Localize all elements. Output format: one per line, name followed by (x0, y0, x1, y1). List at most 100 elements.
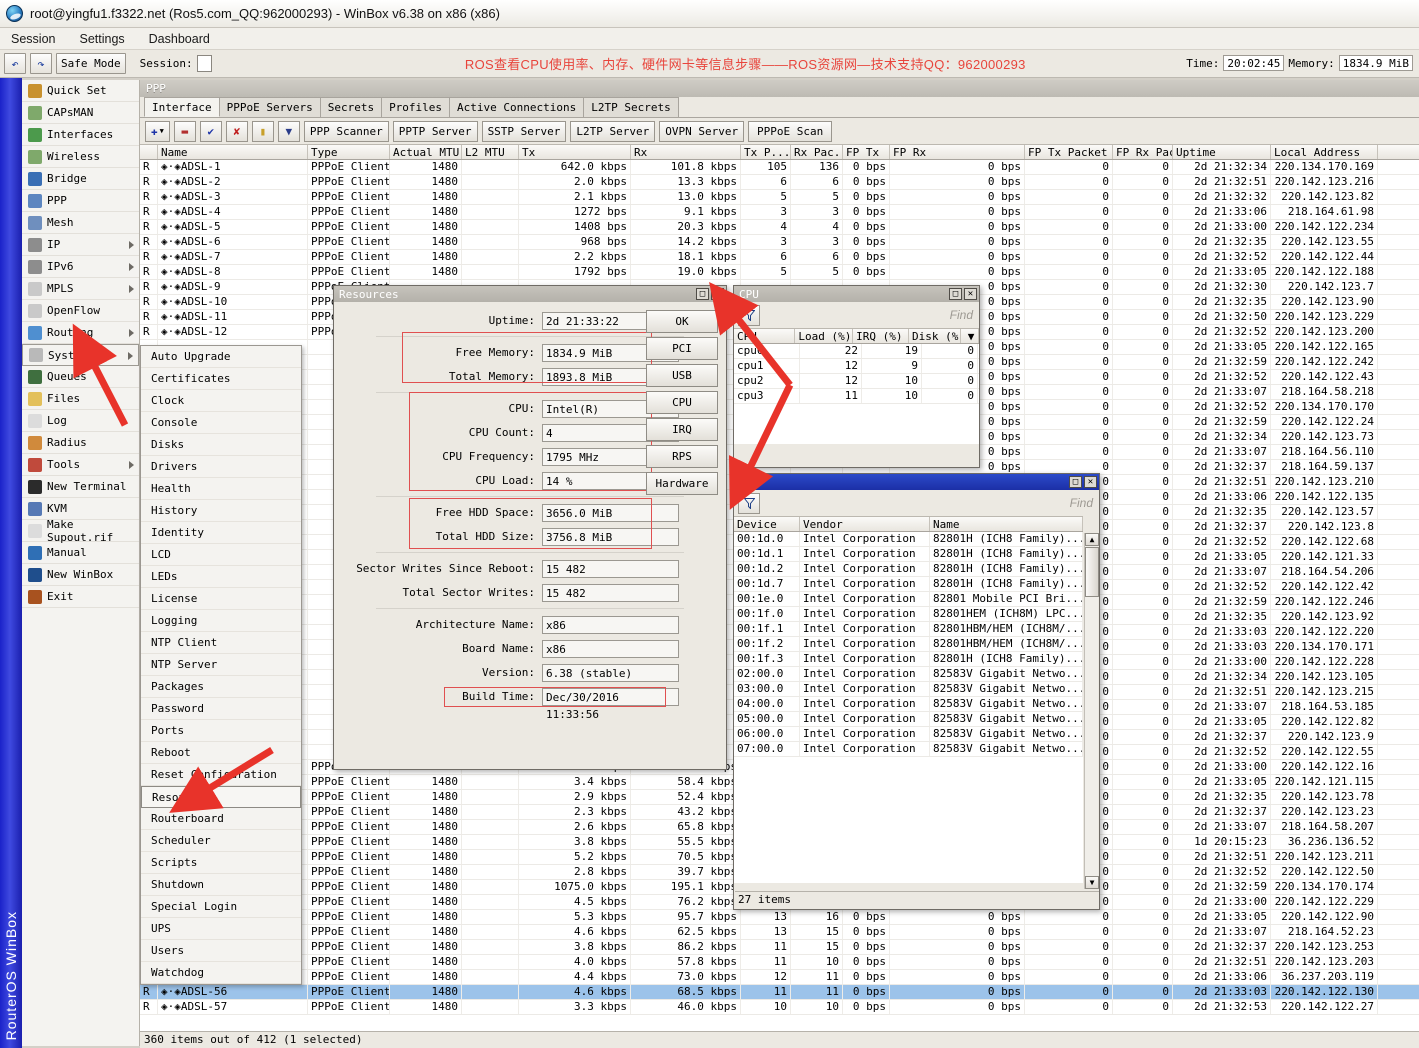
pci-col-device[interactable]: Device (734, 517, 800, 531)
cpu-row[interactable]: cpu2 12 10 0 (734, 374, 979, 389)
sidebar-item-new-winbox[interactable]: New WinBox (22, 564, 139, 586)
pci-scrollbar[interactable]: ▲ ▼ (1084, 533, 1099, 889)
pci-find-input[interactable]: Find (1070, 496, 1093, 510)
session-input[interactable] (196, 55, 212, 72)
sidebar-item-make-supout-rif[interactable]: Make Supout.rif (22, 518, 139, 544)
system-menu-item-leds[interactable]: LEDs (141, 566, 301, 588)
irq-button[interactable]: IRQ (646, 418, 718, 441)
table-row[interactable]: R ◈·◈ADSL-5 PPPoE Client 1480 1408 bps 20.3 k… (140, 220, 1419, 235)
cpu-grid-body[interactable]: cpu0 22 19 0 cpu1 12 9 0 cpu2 12 10 0 cpu3 11 10 0 (734, 344, 979, 444)
cpu-find-input[interactable]: Find (950, 308, 973, 322)
pci-button[interactable]: PCI (646, 337, 718, 360)
sidebar-item-new-terminal[interactable]: New Terminal (22, 476, 139, 498)
sidebar-item-ip[interactable]: IP (22, 234, 139, 256)
disable-icon[interactable]: ✘ (225, 120, 248, 142)
tab-pppoe-servers[interactable]: PPPoE Servers (218, 97, 321, 117)
scroll-up-icon[interactable]: ▲ (1085, 533, 1099, 546)
filter-icon[interactable] (738, 304, 760, 326)
sidebar-item-quick-set[interactable]: Quick Set (22, 80, 139, 102)
field-value[interactable]: x86 (542, 639, 679, 658)
redo-icon[interactable]: ↷ (30, 53, 52, 74)
cpu-col-disk[interactable]: Disk (%) (909, 329, 962, 343)
sidebar-item-tools[interactable]: Tools (22, 454, 139, 476)
ppp-col-local-address[interactable]: Local Address (1271, 145, 1378, 159)
table-row[interactable]: R ◈·◈ADSL-2 PPPoE Client 1480 2.0 kbps 13.3 k… (140, 175, 1419, 190)
pci-col-name[interactable]: Name (930, 517, 1083, 531)
system-menu-item-health[interactable]: Health (141, 478, 301, 500)
system-menu-item-logging[interactable]: Logging (141, 610, 301, 632)
system-menu-item-resources[interactable]: Resources (141, 786, 301, 808)
sidebar-item-radius[interactable]: Radius (22, 432, 139, 454)
remove-icon[interactable]: ▬ (173, 120, 196, 142)
system-menu-item-drivers[interactable]: Drivers (141, 456, 301, 478)
menu-dashboard[interactable]: Dashboard (146, 31, 213, 47)
pci-row[interactable]: 00:1d.2 Intel Corporation 82801H (ICH8 Fam… (734, 562, 1083, 577)
tab-active-connections[interactable]: Active Connections (449, 97, 585, 117)
system-menu-item-identity[interactable]: Identity (141, 522, 301, 544)
pptp-server-button[interactable]: PPTP Server (392, 120, 478, 142)
ppp-col-rx-pac-[interactable]: Rx Pac... (791, 145, 843, 159)
cpu-row[interactable]: cpu0 22 19 0 (734, 344, 979, 359)
table-row[interactable]: PPPoE Client 1480 3.8 kbps 86.2 kbps 11 15 0 b… (140, 940, 1419, 955)
sidebar-item-queues[interactable]: Queues (22, 366, 139, 388)
table-row[interactable]: R ◈·◈ADSL-8 PPPoE Client 1480 1792 bps 19.0 k… (140, 265, 1419, 280)
tab-secrets[interactable]: Secrets (319, 97, 383, 117)
resources-titlebar[interactable]: Resources □ ✕ (334, 286, 726, 302)
system-menu-item-ntp-client[interactable]: NTP Client (141, 632, 301, 654)
table-row[interactable]: PPPoE Client 1480 4.4 kbps 73.0 kbps 12 11 0 b… (140, 970, 1419, 985)
pci-row[interactable]: 03:00.0 Intel Corporation 82583V Gigabit N… (734, 682, 1083, 697)
system-menu-item-scripts[interactable]: Scripts (141, 852, 301, 874)
system-menu-item-watchdog[interactable]: Watchdog (141, 962, 301, 984)
pci-row[interactable]: 00:1f.1 Intel Corporation 82801HBM/HEM (IC… (734, 622, 1083, 637)
sidebar-item-wireless[interactable]: Wireless (22, 146, 139, 168)
sidebar-item-log[interactable]: Log (22, 410, 139, 432)
system-menu-item-auto-upgrade[interactable]: Auto Upgrade (141, 346, 301, 368)
scroll-down-icon[interactable]: ▼ (1085, 876, 1099, 889)
system-menu-item-reset-configuration[interactable]: Reset Configuration (141, 764, 301, 786)
menu-settings[interactable]: Settings (76, 31, 127, 47)
pci-row[interactable]: 00:1d.0 Intel Corporation 82801H (ICH8 Fam… (734, 532, 1083, 547)
ppp-col-l2-mtu[interactable]: L2 MTU (462, 145, 519, 159)
ppp-col-tx-p-[interactable]: Tx P... (741, 145, 791, 159)
table-row[interactable]: R ◈·◈ADSL-56 PPPoE Client 1480 4.6 kbps 68.5 … (140, 985, 1419, 1000)
system-menu-item-reboot[interactable]: Reboot (141, 742, 301, 764)
pci-col-vendor[interactable]: Vendor (800, 517, 930, 531)
system-menu-item-console[interactable]: Console (141, 412, 301, 434)
filter-icon[interactable]: ▼ (277, 120, 300, 142)
system-menu-item-lcd[interactable]: LCD (141, 544, 301, 566)
ppp-col-fp-tx-packet-[interactable]: FP Tx Packet ... (1025, 145, 1113, 159)
ppp-col-type[interactable]: Type (308, 145, 390, 159)
field-value[interactable]: 15 482 (542, 583, 679, 602)
maximize-icon[interactable]: □ (696, 288, 709, 300)
sidebar-item-capsman[interactable]: CAPsMAN (22, 102, 139, 124)
close-icon[interactable]: ✕ (1084, 476, 1097, 488)
l2tp-server-button[interactable]: L2TP Server (570, 120, 656, 142)
cpu-col-cpu[interactable]: CPU (734, 329, 796, 343)
table-row[interactable]: R ◈·◈ADSL-4 PPPoE Client 1480 1272 bps 9.1 kb… (140, 205, 1419, 220)
ppp-col-fp-tx[interactable]: FP Tx (843, 145, 890, 159)
field-value[interactable]: x86 (542, 615, 679, 634)
pppoe-scan-button[interactable]: PPPoE Scan (748, 120, 833, 142)
ppp-col-name[interactable]: Name (158, 145, 308, 159)
ppp-col-rx[interactable]: Rx (631, 145, 741, 159)
maximize-icon[interactable]: □ (949, 288, 962, 300)
system-menu-item-special-login[interactable]: Special Login (141, 896, 301, 918)
pci-row[interactable]: 04:00.0 Intel Corporation 82583V Gigabit N… (734, 697, 1083, 712)
safe-mode-button[interactable]: Safe Mode (56, 53, 126, 74)
cpu-col-irq[interactable]: IRQ (%) (853, 329, 909, 343)
cpu-row[interactable]: cpu3 11 10 0 (734, 389, 979, 404)
ok-button[interactable]: OK (646, 310, 718, 333)
tab-l2tp-secrets[interactable]: L2TP Secrets (583, 97, 679, 117)
ppp-col-actual-mtu[interactable]: Actual MTU (390, 145, 462, 159)
tab-profiles[interactable]: Profiles (381, 97, 451, 117)
system-menu-item-packages[interactable]: Packages (141, 676, 301, 698)
maximize-icon[interactable]: □ (1069, 476, 1082, 488)
system-menu-item-ups[interactable]: UPS (141, 918, 301, 940)
sidebar-item-mpls[interactable]: MPLS (22, 278, 139, 300)
table-row[interactable]: R ◈·◈ADSL-7 PPPoE Client 1480 2.2 kbps 18.1 k… (140, 250, 1419, 265)
close-icon[interactable]: ✕ (964, 288, 977, 300)
table-row[interactable]: R ◈·◈ADSL-1 PPPoE Client 1480 642.0 kbps 101.… (140, 160, 1419, 175)
pci-row[interactable]: 06:00.0 Intel Corporation 82583V Gigabit N… (734, 727, 1083, 742)
system-menu-item-ports[interactable]: Ports (141, 720, 301, 742)
ppp-scanner-button[interactable]: PPP Scanner (303, 120, 389, 142)
